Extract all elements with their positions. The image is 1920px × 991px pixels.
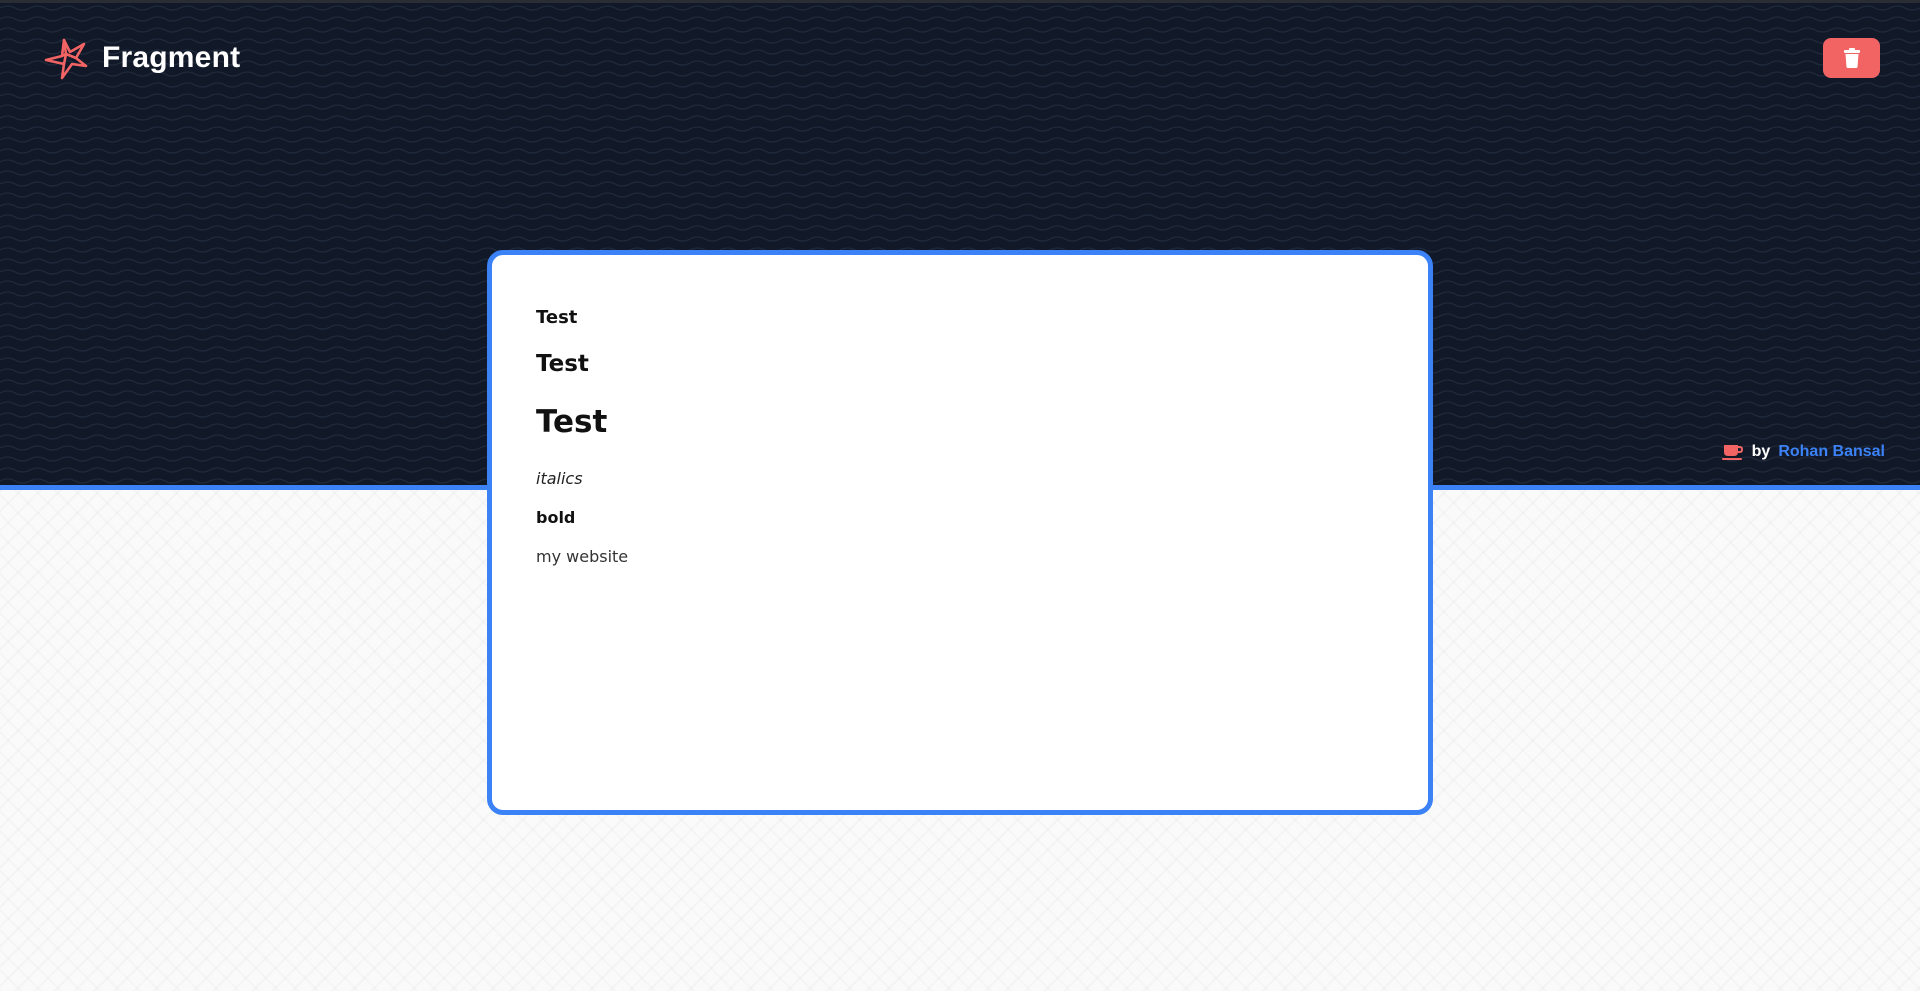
fragment-logo-icon — [44, 38, 88, 80]
top-divider — [0, 0, 1920, 3]
heading-medium: Test — [536, 350, 589, 377]
author-link[interactable]: Rohan Bansal — [1778, 443, 1885, 461]
credit-by-label: by — [1751, 443, 1771, 460]
brand[interactable]: Fragment — [40, 32, 240, 84]
document-card[interactable]: Test Test Test italics bold my website — [487, 250, 1433, 815]
delete-button[interactable] — [1823, 38, 1880, 78]
italic-text: italics — [536, 469, 583, 489]
bold-text: bold — [536, 508, 576, 528]
trash-icon — [1843, 48, 1860, 68]
author-credit: by Rohan Bansal — [1721, 443, 1885, 461]
website-link[interactable]: my website — [536, 547, 628, 566]
app-title: Fragment — [102, 41, 241, 74]
heading-small: Test — [536, 307, 578, 328]
heading-large: Test — [536, 404, 608, 441]
coffee-cup-icon — [1721, 445, 1743, 460]
